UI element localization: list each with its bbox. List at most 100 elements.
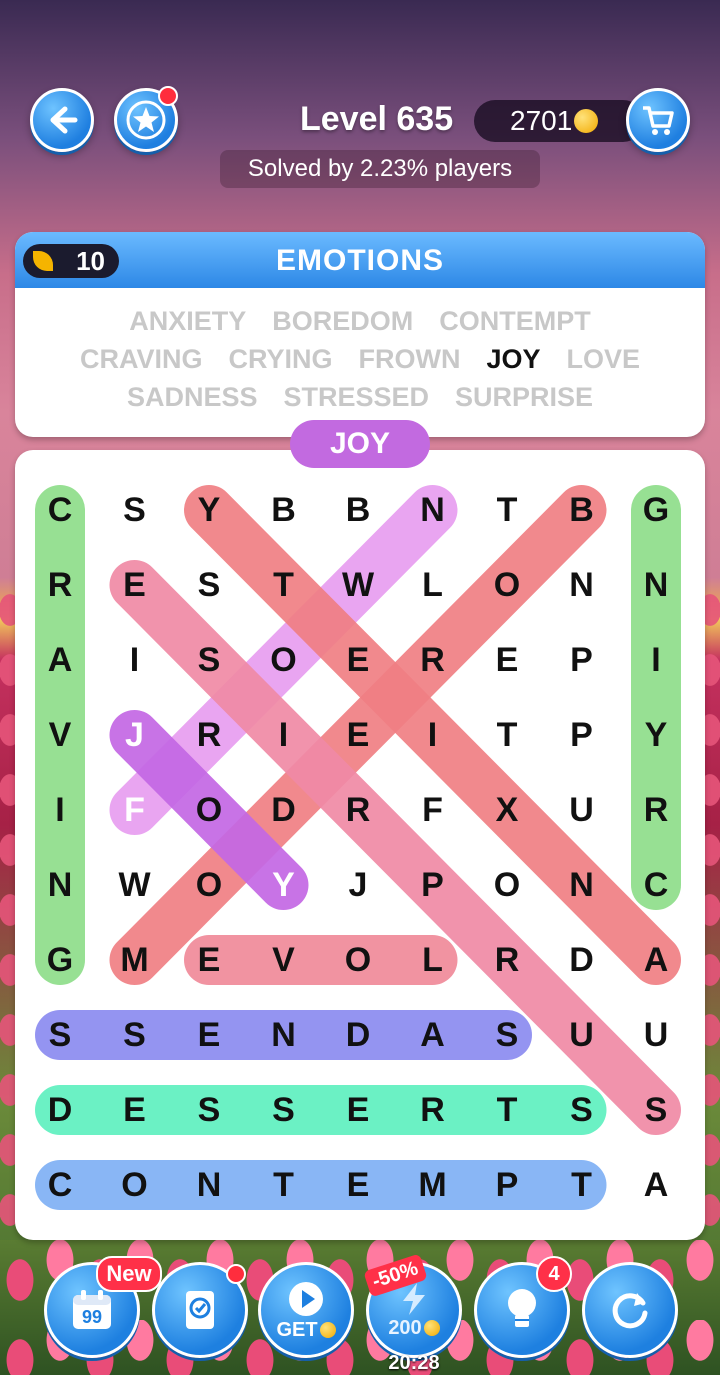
grid-letter[interactable]: A <box>619 1148 693 1222</box>
grid-letter[interactable]: Y <box>247 848 321 922</box>
grid-letter[interactable]: M <box>396 1148 470 1222</box>
grid-letter[interactable]: W <box>321 548 395 622</box>
grid-letter[interactable]: R <box>172 698 246 772</box>
grid-letter[interactable]: E <box>321 623 395 697</box>
grid-letter[interactable]: A <box>23 623 97 697</box>
grid-letter[interactable]: V <box>247 923 321 997</box>
grid-letter[interactable]: N <box>247 998 321 1072</box>
grid-letter[interactable]: C <box>23 1148 97 1222</box>
grid-letter[interactable]: D <box>321 998 395 1072</box>
grid-letter[interactable]: O <box>172 848 246 922</box>
grid-letter[interactable]: I <box>98 623 172 697</box>
shop-button[interactable] <box>626 88 690 152</box>
grid-letter[interactable]: U <box>545 998 619 1072</box>
grid-letter[interactable]: J <box>321 848 395 922</box>
grid-letter[interactable]: P <box>545 698 619 772</box>
grid-letter[interactable]: S <box>545 1073 619 1147</box>
grid-letter[interactable]: S <box>172 623 246 697</box>
hint-counter[interactable]: 10 <box>23 244 119 278</box>
grid-letter[interactable]: I <box>23 773 97 847</box>
grid-letter[interactable]: S <box>247 1073 321 1147</box>
grid-letter[interactable]: D <box>23 1073 97 1147</box>
grid-letter[interactable]: I <box>247 698 321 772</box>
grid-letter[interactable]: E <box>172 998 246 1072</box>
target-word: CRAVING <box>79 344 203 374</box>
new-badge: New <box>96 1256 162 1292</box>
grid-letter[interactable]: G <box>23 923 97 997</box>
grid-letter[interactable]: G <box>619 473 693 547</box>
grid-letter[interactable]: B <box>321 473 395 547</box>
grid-letter[interactable]: S <box>98 473 172 547</box>
grid-letter[interactable]: P <box>470 1148 544 1222</box>
grid-letter[interactable]: I <box>619 623 693 697</box>
grid-letter[interactable]: R <box>23 548 97 622</box>
grid-letter[interactable]: S <box>23 998 97 1072</box>
grid-letter[interactable]: D <box>247 773 321 847</box>
grid-letter[interactable]: E <box>321 1073 395 1147</box>
grid-letter[interactable]: E <box>98 548 172 622</box>
grid-letter[interactable]: T <box>545 1148 619 1222</box>
grid-letter[interactable]: B <box>545 473 619 547</box>
grid-letter[interactable]: O <box>470 548 544 622</box>
grid-letter[interactable]: S <box>619 1073 693 1147</box>
grid-letter[interactable]: R <box>396 1073 470 1147</box>
grid-letter[interactable]: C <box>23 473 97 547</box>
grid-letter[interactable]: N <box>619 548 693 622</box>
grid-letter[interactable]: O <box>98 1148 172 1222</box>
grid-letter[interactable]: R <box>396 623 470 697</box>
grid-letter[interactable]: A <box>396 998 470 1072</box>
grid-letter[interactable]: E <box>172 923 246 997</box>
grid-letter[interactable]: E <box>470 623 544 697</box>
grid-letter[interactable]: L <box>396 548 470 622</box>
grid-letter[interactable]: Y <box>172 473 246 547</box>
grid-letter[interactable]: F <box>396 773 470 847</box>
grid-letter[interactable]: S <box>98 998 172 1072</box>
grid-letter[interactable]: O <box>470 848 544 922</box>
grid-letter[interactable]: X <box>470 773 544 847</box>
grid-letter[interactable]: Y <box>619 698 693 772</box>
watch-video-button[interactable]: GET <box>258 1262 354 1358</box>
grid-letter[interactable]: N <box>545 548 619 622</box>
grid-letter[interactable]: T <box>470 698 544 772</box>
grid-letter[interactable]: S <box>172 548 246 622</box>
grid-letter[interactable]: L <box>396 923 470 997</box>
coin-balance[interactable]: 2701 <box>474 100 644 142</box>
grid-letter[interactable]: E <box>98 1073 172 1147</box>
shuffle-button[interactable] <box>582 1262 678 1358</box>
grid-letter[interactable]: P <box>396 848 470 922</box>
grid-letter[interactable]: N <box>545 848 619 922</box>
grid-letter[interactable]: T <box>247 1148 321 1222</box>
grid-letter[interactable]: S <box>172 1073 246 1147</box>
grid-letter[interactable]: R <box>321 773 395 847</box>
grid-letter[interactable]: V <box>23 698 97 772</box>
grid-letter[interactable]: D <box>545 923 619 997</box>
grid-letter[interactable]: N <box>172 1148 246 1222</box>
grid-letter[interactable]: T <box>470 1073 544 1147</box>
grid-letter[interactable]: O <box>321 923 395 997</box>
grid-letter[interactable]: R <box>470 923 544 997</box>
grid-letter[interactable]: E <box>321 698 395 772</box>
grid-letter[interactable]: O <box>247 623 321 697</box>
grid-letter[interactable]: I <box>396 698 470 772</box>
hint-count-badge: 4 <box>536 1256 572 1292</box>
grid-letter[interactable]: F <box>98 773 172 847</box>
grid-letter[interactable]: T <box>470 473 544 547</box>
grid-letter[interactable]: M <box>98 923 172 997</box>
grid-letter[interactable]: N <box>396 473 470 547</box>
grid-letter[interactable]: R <box>619 773 693 847</box>
grid-letter[interactable]: S <box>470 998 544 1072</box>
grid-letter[interactable]: W <box>98 848 172 922</box>
letter-grid[interactable]: CSYBBNTBGRESTWLONNAISOEREPIVJRIEITPYIFOD… <box>15 450 705 1240</box>
grid-letter[interactable]: P <box>545 623 619 697</box>
grid-letter[interactable]: B <box>247 473 321 547</box>
grid-letter[interactable]: O <box>172 773 246 847</box>
grid-letter[interactable]: N <box>23 848 97 922</box>
grid-letter[interactable]: U <box>619 998 693 1072</box>
grid-letter[interactable]: U <box>545 773 619 847</box>
grid-letter[interactable]: A <box>619 923 693 997</box>
grid-letter[interactable]: C <box>619 848 693 922</box>
back-button[interactable] <box>30 88 94 152</box>
grid-letter[interactable]: T <box>247 548 321 622</box>
grid-letter[interactable]: J <box>98 698 172 772</box>
grid-letter[interactable]: E <box>321 1148 395 1222</box>
